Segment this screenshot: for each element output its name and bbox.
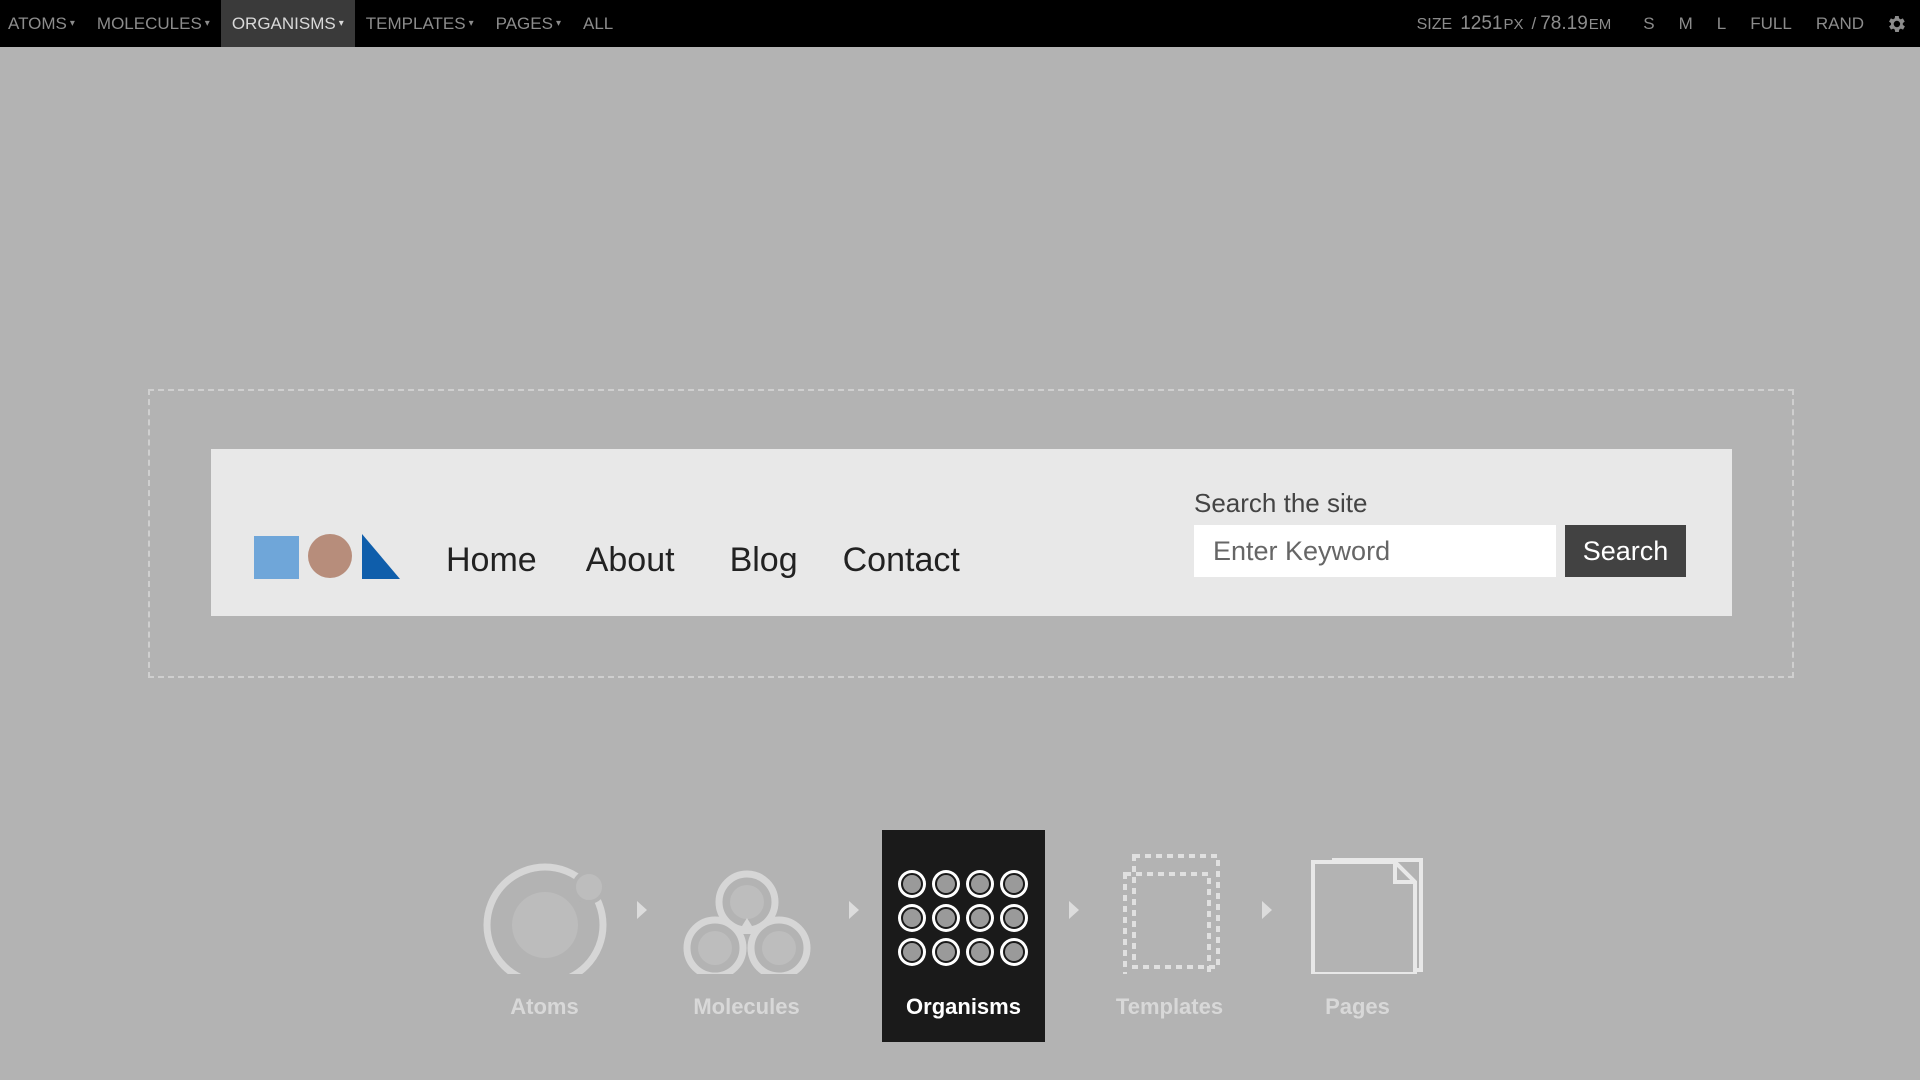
site-header-organism: Home About Blog Contact Search the site … (211, 449, 1732, 616)
chevron-down-icon: ▾ (468, 18, 474, 29)
viewport-size-readout: SIZE 1251 PX / 78.19 EM (1417, 13, 1616, 35)
nav-blog-link[interactable]: Blog (730, 541, 798, 580)
organism-ring-core (935, 873, 957, 895)
stage-molecules-label: Molecules (693, 994, 800, 1019)
toolbar-nav-pages-label: PAGES (495, 13, 553, 33)
toolbar-nav-templates[interactable]: TEMPLATES ▾ (355, 0, 485, 47)
arrow-right-icon (1262, 901, 1272, 919)
size-separator: / (1531, 13, 1537, 33)
organism-ring-core (901, 873, 923, 895)
organism-ring-core (901, 941, 923, 963)
chevron-down-icon: ▾ (204, 18, 210, 29)
size-em-unit: EM (1588, 15, 1612, 33)
organism-ring-core (969, 907, 991, 929)
pages-icon (1311, 858, 1423, 974)
toolbar-nav-atoms-label: ATOMS (8, 13, 67, 33)
molecule-icon (683, 870, 811, 974)
organism-ring-core (969, 941, 991, 963)
atom-icon (483, 863, 607, 974)
size-px-value[interactable]: 1251 (1460, 13, 1502, 35)
stage-organisms[interactable]: Organisms (882, 830, 1045, 1042)
size-full-button[interactable]: FULL (1738, 0, 1804, 47)
stage-atoms-label: Atoms (510, 994, 579, 1019)
toolbar-nav-pages[interactable]: PAGES ▾ (485, 0, 572, 47)
organism-ring-core (935, 941, 957, 963)
arrow-right-icon (1069, 901, 1079, 919)
search-input[interactable] (1194, 525, 1556, 577)
pattern-lab-toolbar: ATOMS ▾ MOLECULES ▾ ORGANISMS ▾ TEMPLATES ▾ … (0, 0, 1920, 47)
size-em-value[interactable]: 78.19 (1540, 13, 1588, 35)
size-medium-button[interactable]: M (1667, 0, 1705, 47)
chevron-down-icon: ▾ (338, 18, 344, 29)
template-dashed-icon (1123, 854, 1220, 974)
search-label: Search the site (1194, 488, 1368, 518)
organism-ring-core (1003, 941, 1025, 963)
arrow-right-icon (637, 901, 647, 919)
size-small-button[interactable]: S (1631, 0, 1666, 47)
atomic-design-stages: Atoms Molecules Organisms Templates Page… (0, 830, 1920, 1042)
size-px-unit: PX (1503, 15, 1524, 33)
logo-square (254, 536, 299, 579)
toolbar-nav-organisms-label: ORGANISMS (231, 13, 336, 33)
toolbar-nav-organisms[interactable]: ORGANISMS ▾ (220, 0, 355, 47)
shapes-logo-icon[interactable] (254, 534, 404, 582)
chevron-down-icon: ▾ (69, 18, 75, 29)
chevron-down-icon: ▾ (555, 18, 561, 29)
search-button[interactable]: Search (1565, 525, 1686, 577)
organism-ring-core (969, 873, 991, 895)
stage-atoms[interactable]: Atoms (463, 830, 626, 1042)
toolbar-nav-templates-label: TEMPLATES (365, 13, 466, 33)
gear-icon[interactable] (1876, 0, 1916, 47)
primary-nav: Home About Blog Contact (446, 541, 1009, 580)
toolbar-nav-all-label: ALL (582, 13, 614, 33)
stage-pages-label: Pages (1325, 994, 1390, 1019)
toolbar-nav-molecules-label: MOLECULES (96, 13, 202, 33)
toolbar-nav-atoms[interactable]: ATOMS ▾ (0, 0, 86, 47)
arrow-right-icon (849, 901, 859, 919)
toolbar-controls: SIZE 1251 PX / 78.19 EM S M L FULL RAND (1417, 0, 1920, 47)
stage-molecules[interactable]: Molecules (665, 830, 828, 1042)
nav-contact-link[interactable]: Contact (843, 541, 960, 580)
organism-grid-icon (898, 870, 1028, 966)
stage-organisms-label: Organisms (906, 994, 1021, 1019)
nav-about-link[interactable]: About (586, 541, 675, 580)
size-random-button[interactable]: RAND (1804, 0, 1876, 47)
organism-ring-core (1003, 907, 1025, 929)
size-label: SIZE (1416, 15, 1453, 33)
toolbar-nav-all[interactable]: ALL (572, 0, 624, 47)
logo-triangle (362, 534, 400, 579)
stage-templates-label: Templates (1115, 994, 1224, 1019)
toolbar-nav: ATOMS ▾ MOLECULES ▾ ORGANISMS ▾ TEMPLATES ▾ … (0, 0, 624, 47)
organism-ring-core (935, 907, 957, 929)
nav-home-link[interactable]: Home (446, 541, 537, 580)
stage-pages[interactable]: Pages (1276, 830, 1439, 1042)
size-large-button[interactable]: L (1705, 0, 1738, 47)
organism-ring-core (1003, 873, 1025, 895)
logo-circle (308, 534, 352, 578)
organism-ring-core (901, 907, 923, 929)
toolbar-nav-molecules[interactable]: MOLECULES ▾ (86, 0, 221, 47)
stage-templates[interactable]: Templates (1088, 830, 1251, 1042)
